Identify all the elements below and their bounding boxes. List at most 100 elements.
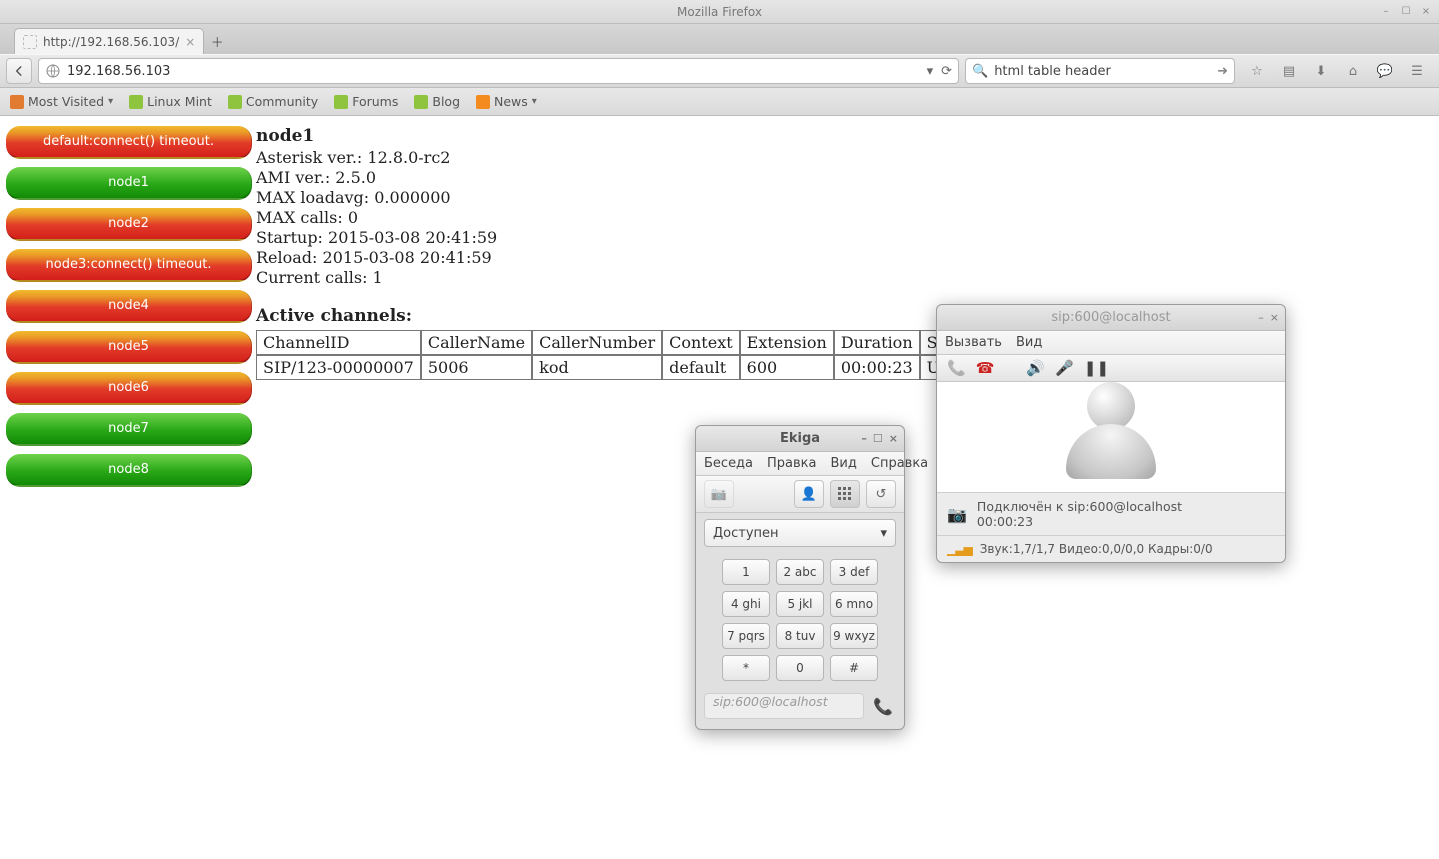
window-close-icon[interactable]: × — [1419, 5, 1433, 19]
key-star[interactable]: * — [722, 655, 770, 681]
window-close-icon[interactable]: × — [889, 432, 898, 445]
search-bar[interactable]: 🔍 html table header ➜ — [965, 58, 1235, 84]
menu-view[interactable]: Вид — [1016, 335, 1042, 350]
call-toolbar: 📞 ☎ 🔊 🎤 ❚❚ — [937, 355, 1285, 382]
signal-icon: ▁▃▅ — [947, 542, 972, 556]
status-label: Доступен — [713, 526, 779, 541]
call-titlebar[interactable]: sip:600@localhost – × — [937, 305, 1285, 331]
chevron-down-icon: ▾ — [880, 526, 887, 541]
url-bar[interactable]: 192.168.56.103 ▾ ⟳ — [38, 58, 959, 84]
info-column: node1 Asterisk ver.: 12.8.0-rc2 AMI ver.… — [252, 126, 977, 380]
node-button[interactable]: node7 — [6, 413, 252, 446]
window-maximize-icon[interactable]: ☐ — [873, 432, 883, 445]
nav-toolbar: 192.168.56.103 ▾ ⟳ 🔍 html table header ➜… — [0, 54, 1439, 88]
node-button[interactable]: node1 — [6, 167, 252, 200]
downloads-icon[interactable]: ⬇ — [1311, 64, 1331, 79]
node-button[interactable]: default:connect() timeout. — [6, 126, 252, 159]
url-dropdown-icon[interactable]: ▾ — [923, 64, 938, 79]
th-extension: Extension — [740, 330, 834, 355]
info-header: node1 — [256, 126, 977, 146]
node-button[interactable]: node3:connect() timeout. — [6, 249, 252, 282]
dial-icon[interactable]: 📞 — [870, 697, 896, 716]
bookmark-blog[interactable]: Blog — [414, 94, 460, 109]
info-reload: Reload: 2015-03-08 20:41:59 — [256, 248, 977, 268]
th-callernumber: CallerNumber — [532, 330, 662, 355]
bookmark-forums[interactable]: Forums — [334, 94, 398, 109]
reload-icon[interactable]: ⟳ — [937, 64, 952, 79]
pickup-icon[interactable]: 📞 — [947, 359, 966, 377]
tab-close-icon[interactable]: × — [185, 35, 195, 49]
bookmark-label: Blog — [432, 94, 460, 109]
menu-help[interactable]: Справка — [871, 456, 928, 471]
chat-icon[interactable]: 💬 — [1375, 64, 1395, 79]
chevron-down-icon: ▾ — [532, 96, 537, 107]
back-button[interactable] — [6, 58, 32, 84]
bookmark-star-icon[interactable]: ☆ — [1247, 64, 1267, 79]
search-go-icon[interactable]: ➜ — [1217, 64, 1228, 79]
status-select[interactable]: Доступен ▾ — [704, 519, 896, 547]
key-0[interactable]: 0 — [776, 655, 824, 681]
firefox-window-titlebar: Mozilla Firefox – ☐ × — [0, 0, 1439, 24]
bookmark-news[interactable]: News▾ — [476, 94, 537, 109]
window-minimize-icon[interactable]: – — [861, 432, 867, 445]
site-icon — [129, 95, 143, 109]
bookmark-most-visited[interactable]: Most Visited▾ — [10, 94, 113, 109]
dialpad-button[interactable] — [830, 480, 860, 508]
channels-table: ChannelID CallerName CallerNumber Contex… — [256, 330, 977, 380]
bookmark-linux-mint[interactable]: Linux Mint — [129, 94, 212, 109]
camera-icon: 📷 — [947, 505, 967, 524]
window-maximize-icon[interactable]: ☐ — [1399, 5, 1413, 19]
menu-view[interactable]: Вид — [831, 456, 857, 471]
contacts-button[interactable]: 👤 — [794, 480, 824, 508]
window-minimize-icon[interactable]: – — [1258, 311, 1264, 324]
hangup-icon[interactable]: ☎ — [976, 359, 995, 377]
browser-tab[interactable]: http://192.168.56.103/ × — [14, 28, 204, 54]
window-close-icon[interactable]: × — [1270, 311, 1279, 324]
camera-button[interactable]: 📷 — [704, 480, 734, 508]
node-button[interactable]: node5 — [6, 331, 252, 364]
window-minimize-icon[interactable]: – — [1379, 5, 1393, 19]
ekiga-body: Доступен ▾ 1 2 abc 3 def 4 ghi 5 jkl 6 m… — [696, 513, 904, 729]
info-asterisk: Asterisk ver.: 12.8.0-rc2 — [256, 148, 977, 168]
speaker-icon[interactable]: 🔊 — [1026, 359, 1045, 377]
new-tab-button[interactable]: ＋ — [204, 28, 230, 54]
node-label: node7 — [108, 421, 149, 436]
window-title: Mozilla Firefox — [677, 5, 762, 19]
key-3[interactable]: 3 def — [830, 559, 878, 585]
node-label: node2 — [108, 216, 149, 231]
ekiga-toolbar: 📷 👤 ↺ — [696, 476, 904, 513]
key-7[interactable]: 7 pqrs — [722, 623, 770, 649]
bookmark-community[interactable]: Community — [228, 94, 318, 109]
node-label: default:connect() timeout. — [43, 134, 214, 149]
nodes-column: default:connect() timeout. node1 node2 n… — [6, 126, 252, 487]
library-icon[interactable]: ▤ — [1279, 64, 1299, 79]
home-icon[interactable]: ⌂ — [1343, 64, 1363, 79]
menu-call[interactable]: Вызвать — [945, 335, 1002, 350]
ekiga-titlebar[interactable]: Ekiga – ☐ × — [696, 426, 904, 452]
mic-icon[interactable]: 🎤 — [1055, 359, 1074, 377]
menu-chat[interactable]: Беседа — [704, 456, 753, 471]
key-1[interactable]: 1 — [722, 559, 770, 585]
key-6[interactable]: 6 mno — [830, 591, 878, 617]
globe-icon — [45, 63, 61, 79]
node-button[interactable]: node8 — [6, 454, 252, 487]
sip-input[interactable]: sip:600@localhost — [704, 693, 864, 719]
node-button[interactable]: node4 — [6, 290, 252, 323]
table-header-row: ChannelID CallerName CallerNumber Contex… — [256, 330, 977, 355]
menu-edit[interactable]: Правка — [767, 456, 816, 471]
key-9[interactable]: 9 wxyz — [830, 623, 878, 649]
history-button[interactable]: ↺ — [866, 480, 896, 508]
call-window: sip:600@localhost – × Вызвать Вид 📞 ☎ 🔊 … — [936, 304, 1286, 563]
ekiga-title: Ekiga — [780, 431, 820, 446]
ekiga-window: Ekiga – ☐ × Беседа Правка Вид Справка 📷 … — [695, 425, 905, 730]
menu-icon[interactable]: ☰ — [1407, 64, 1427, 79]
info-loadavg: MAX loadavg: 0.000000 — [256, 188, 977, 208]
key-5[interactable]: 5 jkl — [776, 591, 824, 617]
node-button[interactable]: node6 — [6, 372, 252, 405]
pause-icon[interactable]: ❚❚ — [1084, 359, 1109, 377]
key-hash[interactable]: # — [830, 655, 878, 681]
key-2[interactable]: 2 abc — [776, 559, 824, 585]
key-8[interactable]: 8 tuv — [776, 623, 824, 649]
key-4[interactable]: 4 ghi — [722, 591, 770, 617]
node-button[interactable]: node2 — [6, 208, 252, 241]
